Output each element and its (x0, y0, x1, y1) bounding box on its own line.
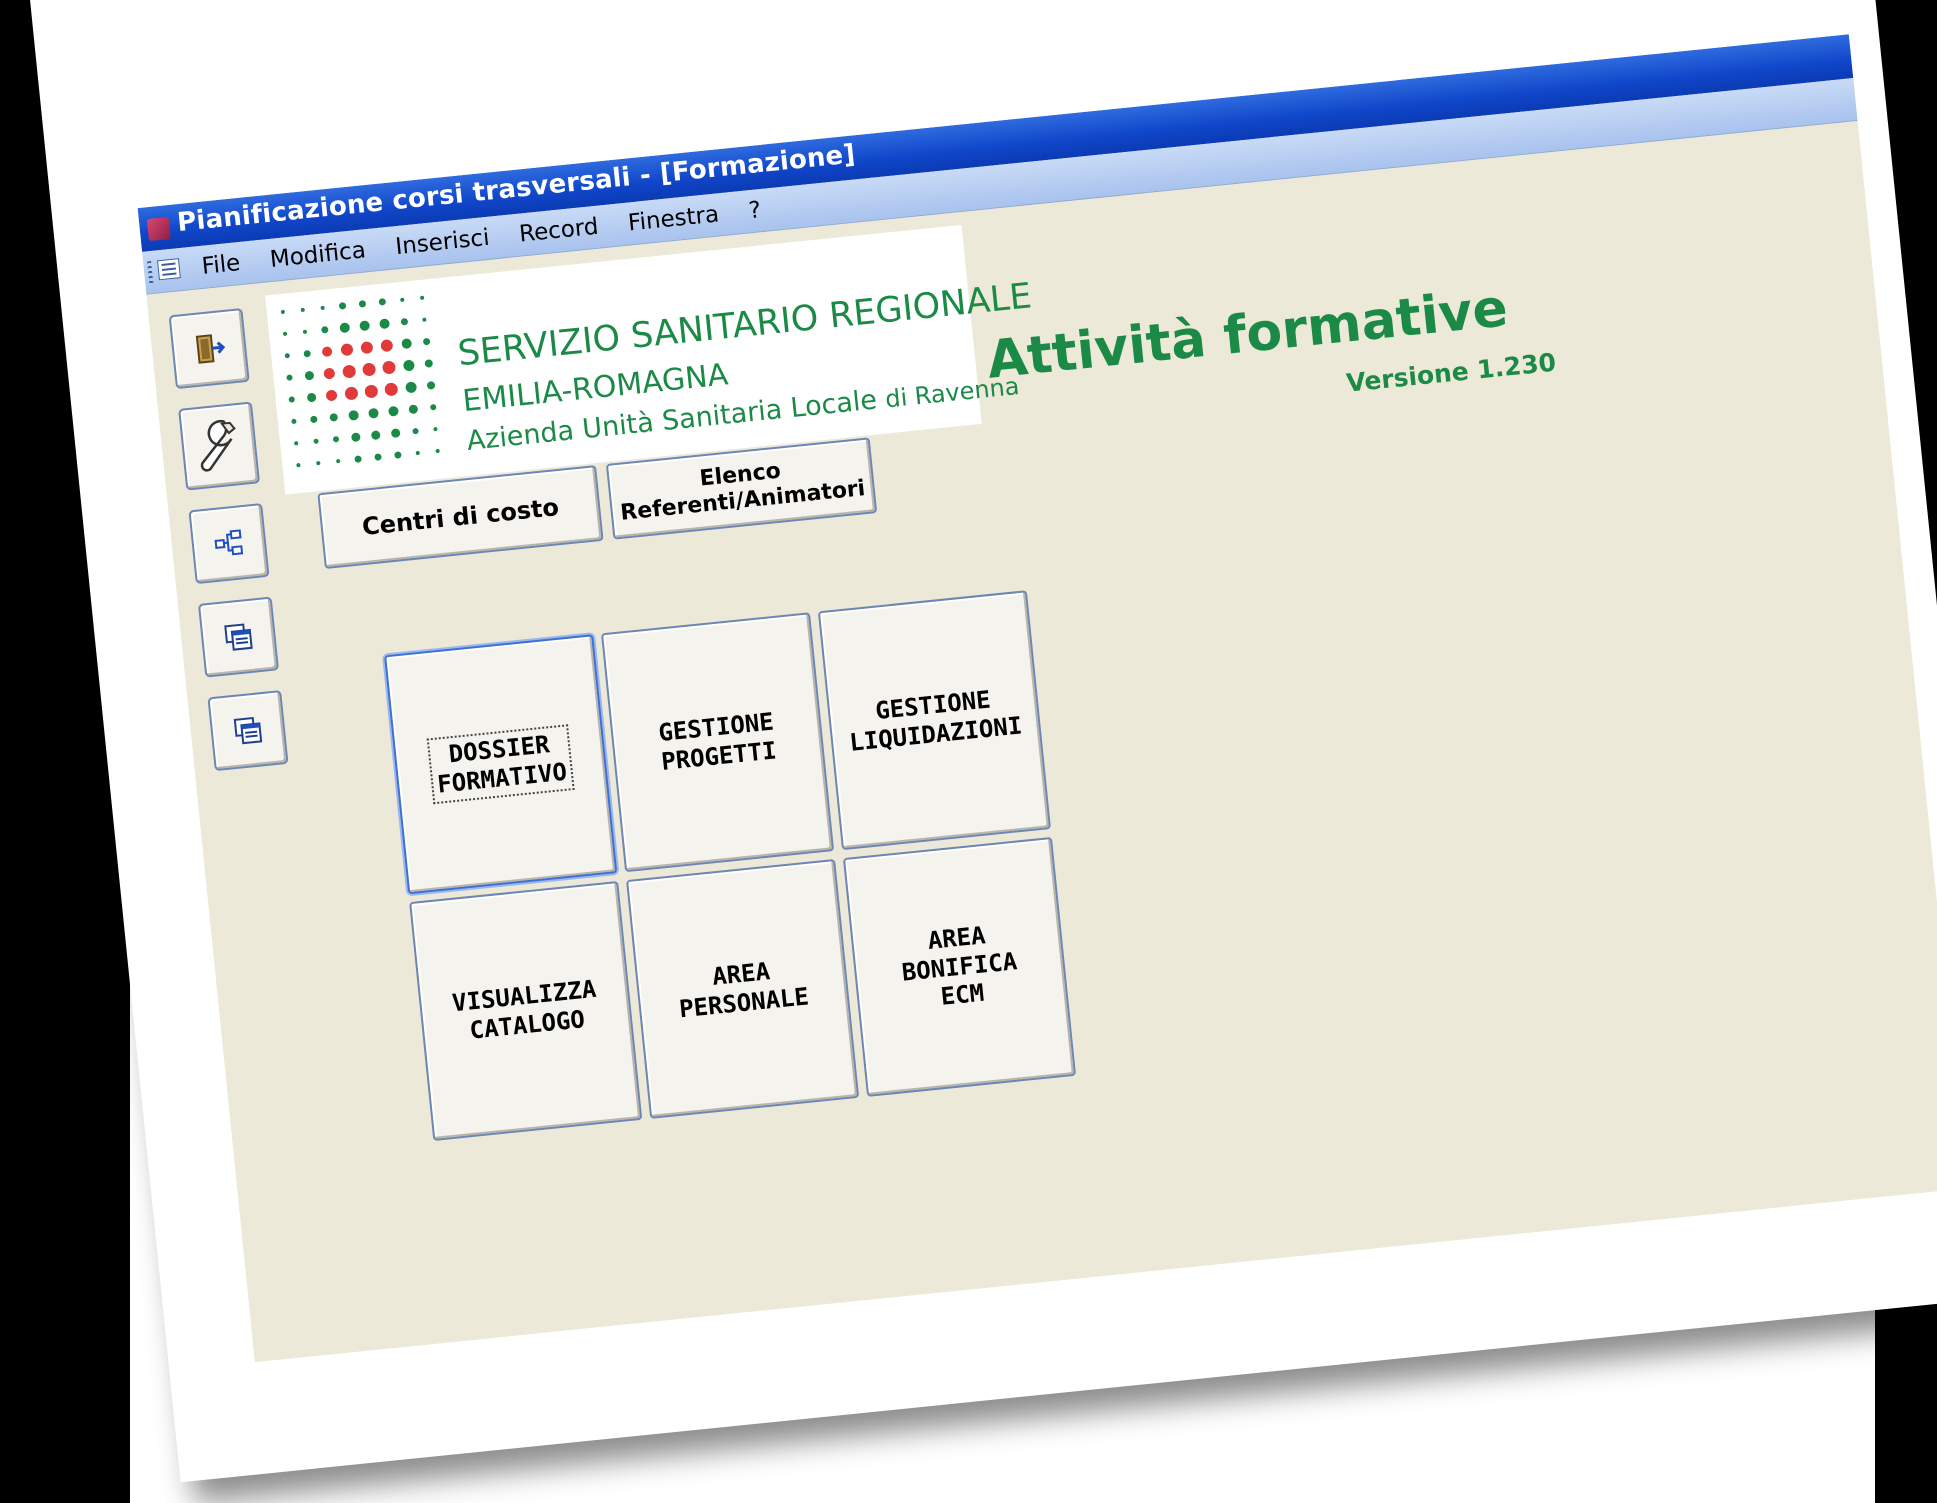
gestione-liquidazioni-label: GESTIONE LIQUIDAZIONI (848, 685, 1024, 757)
forms-icon (233, 716, 263, 745)
area-personale-button[interactable]: AREA PERSONALE (626, 858, 860, 1119)
visualizza-catalogo-button[interactable]: VISUALIZZA CATALOGO (409, 880, 643, 1141)
gestione-liquidazioni-button[interactable]: GESTIONE LIQUIDAZIONI (817, 590, 1052, 851)
gestione-progetti-button[interactable]: GESTIONE PROGETTI (600, 612, 835, 873)
version-label: Versione 1.230 (1345, 347, 1558, 398)
menu-grip-icon[interactable] (147, 261, 154, 284)
menu-record[interactable]: Record (518, 214, 600, 248)
form-menu-icon[interactable] (156, 258, 181, 281)
centri-di-costo-label: Centri di costo (360, 492, 561, 541)
tools-button[interactable] (178, 401, 261, 491)
menu-modifica[interactable]: Modifica (269, 237, 367, 273)
hierarchy-button[interactable] (188, 503, 270, 585)
menu-inserisci[interactable]: Inserisci (394, 225, 491, 260)
hierarchy-icon (214, 529, 244, 556)
dossier-formativo-button[interactable]: DOSSIER FORMATIVO (384, 634, 618, 895)
visualizza-catalogo-label: VISUALIZZA CATALOGO (450, 975, 598, 1045)
area-personale-label: AREA PERSONALE (677, 957, 811, 1024)
logo-title: SERVIZIO SANITARIO REGIONALE (456, 276, 1034, 375)
exit-icon (195, 334, 226, 364)
menu-help[interactable]: ? (747, 197, 762, 224)
dossier-formativo-label: DOSSIER FORMATIVO (426, 724, 575, 805)
forms-icon (224, 623, 253, 651)
area-bonifica-ecm-label: AREA BONIFICA ECM (900, 921, 1019, 1012)
gestione-progetti-label: GESTIONE PROGETTI (657, 707, 778, 776)
forms-button-2[interactable] (207, 690, 289, 772)
forms-button-1[interactable] (197, 596, 280, 678)
access-app-icon (146, 216, 171, 242)
referenti-label: Elenco Referenti/Animatori (619, 458, 867, 526)
menu-finestra[interactable]: Finestra (627, 201, 720, 236)
app-window: Pianificazione corsi trasversali - [Form… (137, 34, 1937, 1363)
screenshot-card: Pianificazione corsi trasversali - [Form… (28, 0, 1937, 1483)
menu-file[interactable]: File (201, 250, 242, 280)
area-bonifica-ecm-button[interactable]: AREA BONIFICA ECM (842, 836, 1077, 1097)
wrench-icon (200, 419, 236, 472)
regional-logo-dots (280, 295, 440, 468)
exit-button[interactable] (168, 308, 250, 390)
